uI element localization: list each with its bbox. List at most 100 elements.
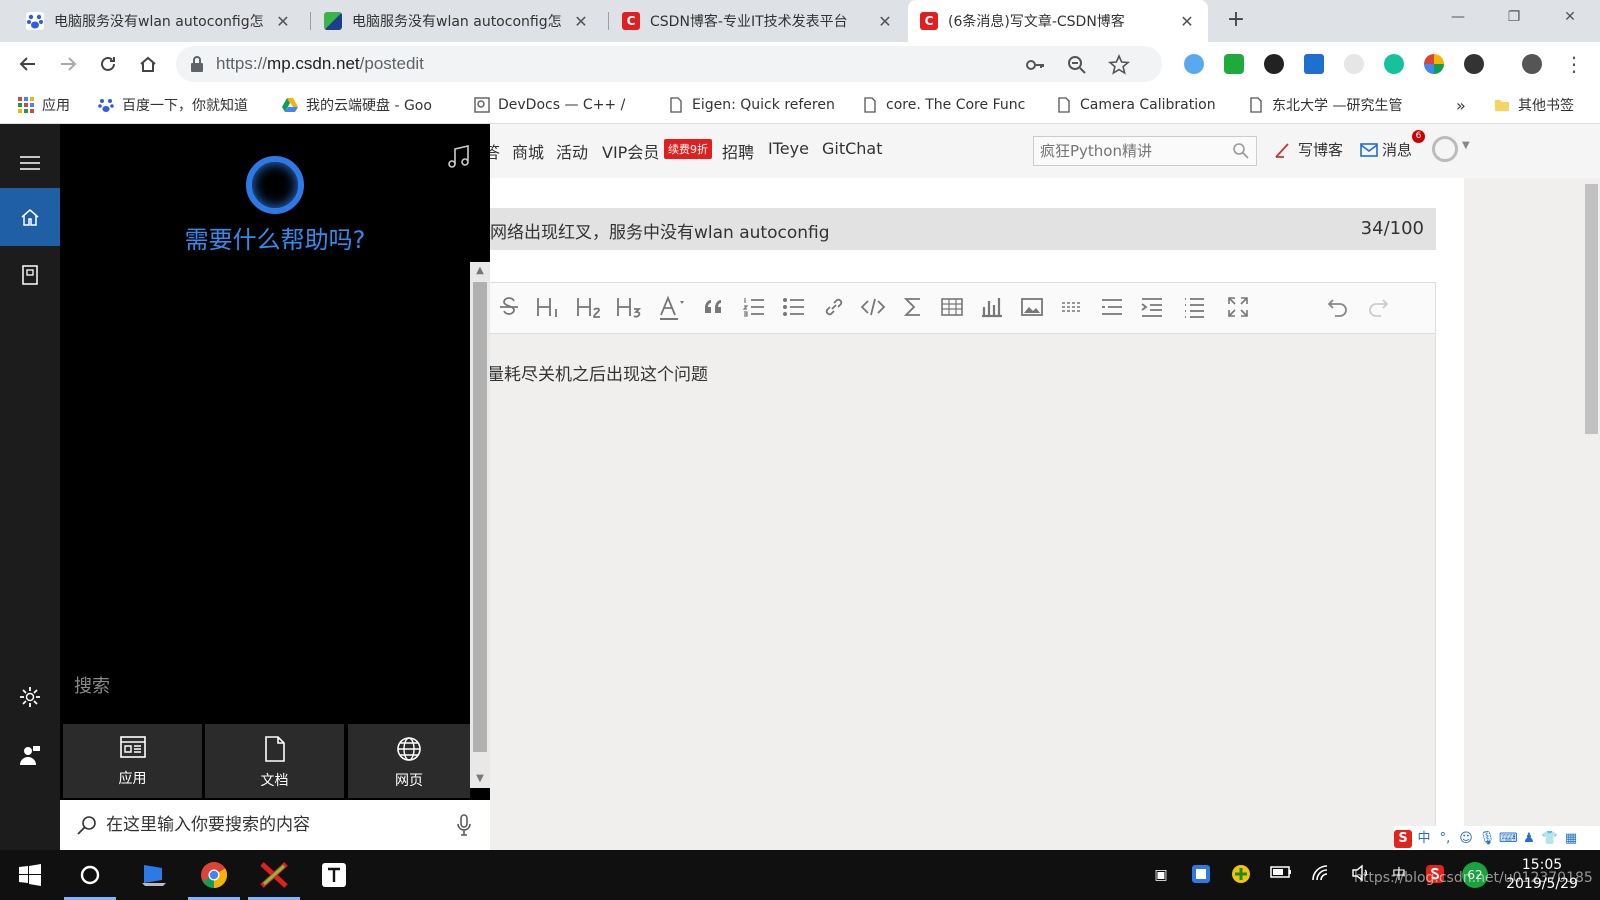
battery-icon[interactable] xyxy=(1270,864,1292,886)
taskbar-app-typora[interactable] xyxy=(304,850,364,900)
start-button[interactable] xyxy=(0,850,60,900)
quote-icon[interactable] xyxy=(701,295,727,321)
ordered-list-icon[interactable] xyxy=(741,295,767,321)
fullscreen-icon[interactable] xyxy=(1225,295,1251,321)
taskbar-app-chrome[interactable] xyxy=(184,850,244,900)
ime-mode[interactable]: 中 xyxy=(1415,830,1433,848)
bookmark-devdocs[interactable]: DevDocs — C++ / xyxy=(474,94,648,116)
undo-icon[interactable] xyxy=(1325,295,1351,321)
code-icon[interactable] xyxy=(859,295,887,321)
cortana-button[interactable] xyxy=(60,850,120,900)
user-icon[interactable]: ♟ xyxy=(1520,830,1538,848)
search-icon[interactable] xyxy=(1232,142,1250,160)
extension-y-icon[interactable] xyxy=(1304,54,1324,74)
formula-sigma-icon[interactable] xyxy=(901,295,925,321)
close-tab-icon[interactable]: ✕ xyxy=(1178,12,1196,31)
grid-icon[interactable]: ▦ xyxy=(1562,830,1580,848)
font-color-icon[interactable] xyxy=(657,295,687,321)
chart-icon[interactable] xyxy=(979,295,1005,321)
scrollbar-thumb[interactable] xyxy=(1585,184,1598,434)
tray-network-manager-icon[interactable] xyxy=(1190,864,1212,886)
other-bookmarks[interactable]: 其他书签 xyxy=(1494,94,1598,116)
nav-item-events[interactable]: 活动 xyxy=(556,139,588,163)
bullet-list-icon[interactable] xyxy=(781,295,807,321)
toc-icon[interactable] xyxy=(1181,295,1207,321)
chevron-down-icon[interactable]: ▼ xyxy=(1462,140,1470,151)
nav-item-iteye[interactable]: ITeye xyxy=(768,139,809,158)
tab-4-active[interactable]: C (6条消息)写文章-CSDN博客 ✕ xyxy=(908,0,1208,42)
taskbar-app-tool[interactable] xyxy=(244,850,304,900)
close-tab-icon[interactable]: ✕ xyxy=(876,12,894,31)
search-filter-web[interactable]: 网页 xyxy=(348,724,470,798)
wifi-icon[interactable] xyxy=(1310,864,1332,886)
reload-button[interactable] xyxy=(94,50,122,78)
taskbar-app-pc[interactable] xyxy=(124,850,184,900)
new-tab-button[interactable]: + xyxy=(1222,6,1250,34)
menu-kebab-icon[interactable]: ⋮ xyxy=(1560,50,1588,78)
scroll-up-arrow-icon[interactable]: ▲ xyxy=(470,262,490,280)
close-tab-icon[interactable]: ✕ xyxy=(274,12,292,31)
music-note-icon[interactable] xyxy=(446,144,472,170)
minimize-button[interactable]: — xyxy=(1434,0,1482,34)
extension-grey-icon[interactable] xyxy=(1344,54,1364,74)
nav-item-vip[interactable]: VIP会员 xyxy=(602,139,659,163)
nav-item-mall[interactable]: 商城 xyxy=(512,139,544,163)
task-list-icon[interactable] xyxy=(1099,295,1125,321)
keyboard-icon[interactable]: ⌨ xyxy=(1499,830,1518,848)
table-icon[interactable] xyxy=(939,295,965,321)
image-icon[interactable] xyxy=(1019,295,1045,321)
microphone-icon[interactable] xyxy=(456,814,472,836)
tab-3[interactable]: C CSDN博客-专业IT技术发表平台 ✕ xyxy=(610,0,906,42)
close-tab-icon[interactable]: ✕ xyxy=(572,12,590,31)
scrollbar-thumb[interactable] xyxy=(473,282,487,752)
redo-icon[interactable] xyxy=(1365,295,1391,321)
bookmark-apps[interactable]: 应用 xyxy=(18,94,88,116)
feedback-user-icon[interactable] xyxy=(0,726,60,784)
extension-colorful-icon[interactable] xyxy=(1424,54,1444,74)
microphone-icon[interactable]: 🎙 xyxy=(1478,830,1496,848)
scroll-down-arrow-icon[interactable]: ▼ xyxy=(470,770,490,788)
nav-item-jobs[interactable]: 招聘 xyxy=(722,139,754,163)
ime-punctuation[interactable]: °, xyxy=(1436,830,1454,848)
hamburger-menu-icon[interactable] xyxy=(0,134,60,192)
tab-2[interactable]: 电脑服务没有wlan autoconfig怎 ✕ xyxy=(312,0,602,42)
bookmark-camera-calibration[interactable]: Camera Calibration xyxy=(1056,94,1228,116)
horizontal-rule-icon[interactable] xyxy=(1059,295,1085,321)
settings-gear-icon[interactable] xyxy=(0,668,60,726)
shirt-icon[interactable]: 👕 xyxy=(1541,830,1559,848)
close-window-button[interactable]: ✕ xyxy=(1546,0,1594,34)
extension-pencil-icon[interactable] xyxy=(1184,54,1204,74)
zoom-out-icon[interactable] xyxy=(1066,54,1088,76)
back-button[interactable] xyxy=(14,50,42,78)
write-blog-link[interactable]: 写博客 xyxy=(1274,139,1343,160)
sogou-logo-icon[interactable]: S xyxy=(1394,830,1412,848)
restore-button[interactable]: ❐ xyxy=(1490,0,1538,34)
heading2-icon[interactable] xyxy=(575,295,603,321)
bookmark-core[interactable]: core. The Core Func xyxy=(862,94,1034,116)
bookmark-neu[interactable]: 东北大学 —研究生管 xyxy=(1248,94,1420,116)
indent-icon[interactable] xyxy=(1139,295,1165,321)
extension-shield-icon[interactable] xyxy=(1224,54,1244,74)
search-filter-apps[interactable]: 应用 xyxy=(63,724,202,798)
cortana-search-input[interactable] xyxy=(106,812,436,838)
home-icon[interactable] xyxy=(0,188,60,246)
profile-avatar-icon[interactable] xyxy=(1522,54,1542,74)
address-bar[interactable]: https://mp.csdn.net/postedit xyxy=(176,46,1162,82)
home-button[interactable] xyxy=(134,50,162,78)
link-icon[interactable] xyxy=(821,295,847,321)
notebook-icon[interactable] xyxy=(0,246,60,304)
forward-button[interactable] xyxy=(54,50,82,78)
csdn-search-input[interactable] xyxy=(1034,137,1214,165)
bookmark-baidu[interactable]: 百度一下，你就知道 xyxy=(98,94,264,116)
strikethrough-icon[interactable] xyxy=(497,295,521,321)
page-scrollbar[interactable] xyxy=(1583,178,1600,850)
smiley-icon[interactable]: ☺ xyxy=(1457,830,1475,848)
user-avatar[interactable] xyxy=(1432,136,1458,162)
key-icon[interactable] xyxy=(1024,54,1046,76)
bookmark-google-drive[interactable]: 我的云端硬盘 - Goo xyxy=(282,94,454,116)
heading1-icon[interactable] xyxy=(535,295,563,321)
extension-dark-icon[interactable] xyxy=(1264,54,1284,74)
messages-link[interactable]: 消息 xyxy=(1360,139,1412,160)
bookmark-star-icon[interactable] xyxy=(1108,53,1130,76)
bookmarks-overflow-button[interactable]: » xyxy=(1456,94,1472,116)
